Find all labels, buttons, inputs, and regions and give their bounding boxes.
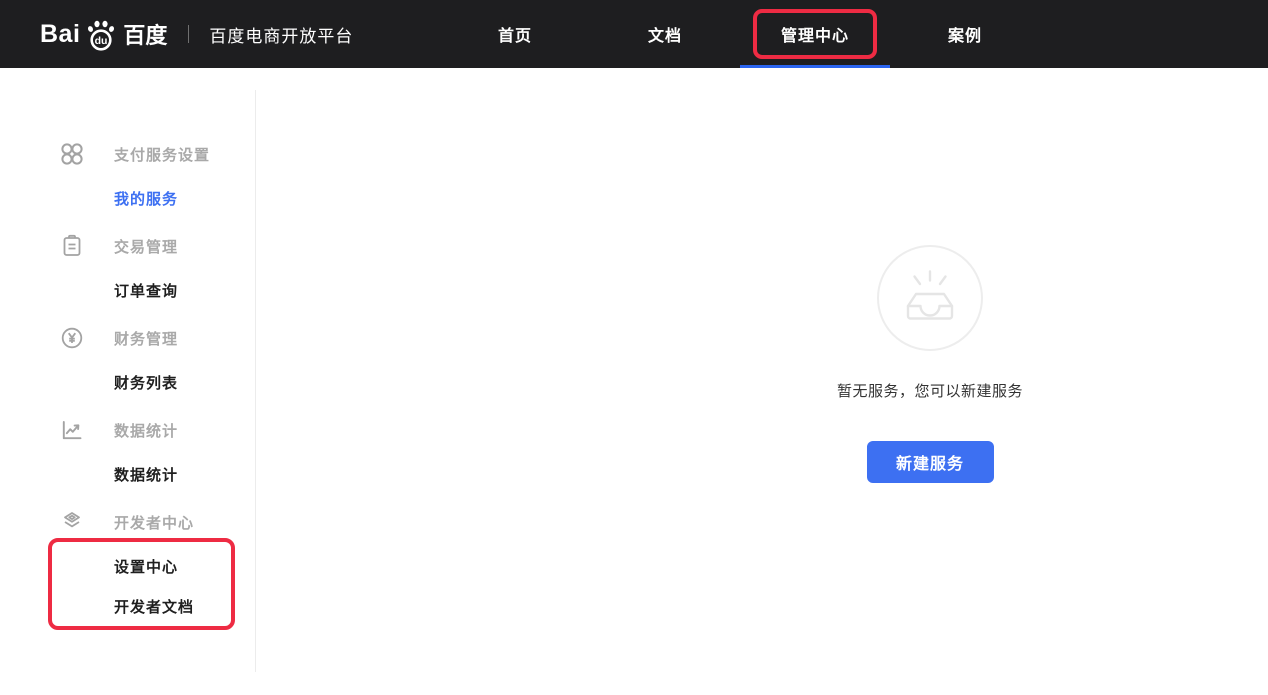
logo-text-du: du bbox=[95, 35, 108, 47]
logo-text-bai: Bai bbox=[40, 20, 80, 49]
sidebar-item-finance-list[interactable]: 财务列表 bbox=[0, 367, 256, 397]
nav-item-label: 首页 bbox=[498, 22, 532, 46]
sidebar-item-label: 数据统计 bbox=[114, 464, 178, 485]
nav-item-cases[interactable]: 案例 bbox=[890, 0, 1040, 68]
create-service-button[interactable]: 新建服务 bbox=[866, 441, 993, 483]
sidebar-group-data-statistics: 数据统计 数据统计 bbox=[0, 415, 256, 489]
annotation-box-nav: 管理中心 bbox=[753, 9, 877, 59]
sidebar-item-developer-docs[interactable]: 开发者文档 bbox=[0, 591, 256, 621]
sidebar-group-label: 开发者中心 bbox=[114, 512, 194, 533]
nav-item-label: 文档 bbox=[648, 22, 682, 46]
sidebar-group-transaction-management: 交易管理 订单查询 bbox=[0, 231, 256, 305]
sidebar-group-label: 数据统计 bbox=[114, 420, 178, 441]
empty-state: 暂无服务，您可以新建服务 新建服务 bbox=[837, 245, 1023, 483]
sidebar-item-data-statistics[interactable]: 数据统计 bbox=[0, 459, 256, 489]
sidebar-group-header: 支付服务设置 bbox=[0, 139, 256, 169]
main-content: 暂无服务，您可以新建服务 新建服务 bbox=[256, 68, 1268, 695]
nav-item-label: 案例 bbox=[948, 22, 982, 46]
clipboard-icon bbox=[60, 234, 84, 258]
main-nav: 首页 文档 管理中心 案例 bbox=[440, 0, 1040, 68]
empty-state-message: 暂无服务，您可以新建服务 bbox=[837, 380, 1023, 401]
nav-item-home[interactable]: 首页 bbox=[440, 0, 590, 68]
nav-item-docs[interactable]: 文档 bbox=[590, 0, 740, 68]
baidu-logo[interactable]: Bai du 百度 ｜ 百度电商开放平台 bbox=[40, 0, 353, 68]
sidebar-item-my-services[interactable]: 我的服务 bbox=[0, 183, 256, 213]
sidebar: 支付服务设置 我的服务 交易管理 订单查询 bbox=[0, 68, 256, 695]
sidebar-item-label: 我的服务 bbox=[114, 188, 178, 209]
sidebar-item-label: 设置中心 bbox=[114, 556, 178, 577]
inbox-tray-icon bbox=[892, 266, 968, 330]
sidebar-item-label: 开发者文档 bbox=[114, 596, 194, 617]
sidebar-group-header: 交易管理 bbox=[0, 231, 256, 261]
sidebar-group-label: 支付服务设置 bbox=[114, 144, 210, 165]
clover-grid-icon bbox=[60, 142, 84, 166]
sidebar-item-label: 订单查询 bbox=[114, 280, 178, 301]
chart-trend-icon bbox=[60, 418, 84, 442]
sidebar-group-finance-management: 财务管理 财务列表 bbox=[0, 323, 256, 397]
layers-icon bbox=[60, 510, 84, 534]
nav-item-management-center[interactable]: 管理中心 bbox=[740, 0, 890, 68]
logo-product-name: 百度电商开放平台 bbox=[209, 22, 353, 47]
sidebar-group-developer-center: 开发者中心 设置中心 开发者文档 bbox=[0, 507, 256, 621]
sidebar-item-order-query[interactable]: 订单查询 bbox=[0, 275, 256, 305]
empty-state-circle bbox=[877, 245, 983, 351]
sidebar-group-label: 财务管理 bbox=[114, 328, 178, 349]
sidebar-group-payment-settings: 支付服务设置 我的服务 bbox=[0, 139, 256, 213]
sidebar-group-header: 开发者中心 bbox=[0, 507, 256, 537]
nav-item-label: 管理中心 bbox=[781, 28, 849, 45]
sidebar-group-header: 财务管理 bbox=[0, 323, 256, 353]
yen-circle-icon bbox=[60, 326, 84, 350]
baidu-paw-icon: du bbox=[81, 14, 121, 54]
top-navbar: Bai du 百度 ｜ 百度电商开放平台 首页 文档 bbox=[0, 0, 1268, 68]
sidebar-item-settings-center[interactable]: 设置中心 bbox=[0, 551, 256, 581]
logo-text-baidu-cn: 百度 bbox=[123, 18, 167, 50]
sidebar-item-label: 财务列表 bbox=[114, 372, 178, 393]
sidebar-group-label: 交易管理 bbox=[114, 236, 178, 257]
sidebar-group-header: 数据统计 bbox=[0, 415, 256, 445]
logo-divider: ｜ bbox=[179, 21, 197, 47]
